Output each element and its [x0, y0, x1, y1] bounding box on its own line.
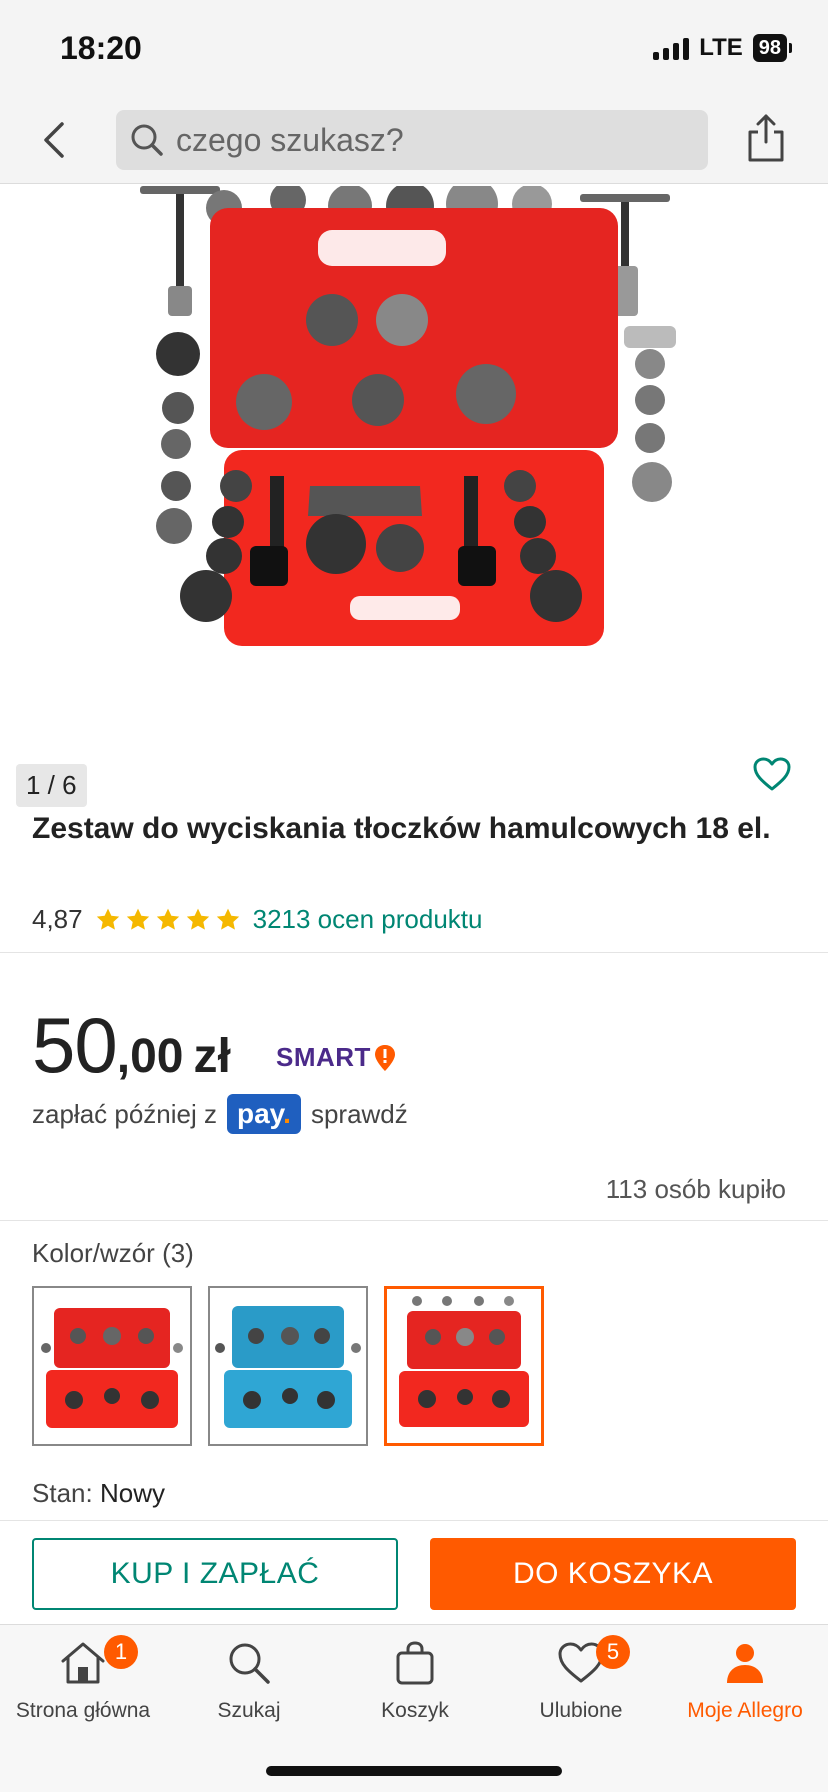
- smart-exclamation-icon: [374, 1044, 395, 1071]
- rating-row: 4,87 3213 ocen produktu: [32, 904, 482, 935]
- status-indicators: LTE 98: [653, 34, 792, 62]
- divider: [0, 952, 828, 953]
- reviews-link[interactable]: 3213 ocen produktu: [253, 904, 483, 935]
- search-icon: [229, 1643, 270, 1684]
- tab-favorites[interactable]: 5 Ulubione: [498, 1625, 664, 1725]
- tab-favorites-label: Ulubione: [539, 1699, 623, 1722]
- variant-thumb-red[interactable]: [32, 1286, 192, 1446]
- price-integer: 50: [32, 1001, 118, 1089]
- variant-label-text: Kolor/wzór: [32, 1238, 155, 1268]
- image-counter: 1 / 6: [16, 764, 87, 807]
- rating-value: 4,87: [32, 904, 83, 934]
- signal-icon: [653, 36, 690, 60]
- variant-thumb-red-selected[interactable]: [384, 1286, 544, 1446]
- bag-icon: [396, 1641, 434, 1685]
- tab-search[interactable]: Szukaj: [166, 1625, 332, 1725]
- product-photo: [140, 178, 676, 646]
- home-indicator: [266, 1766, 562, 1776]
- divider: [0, 1520, 828, 1521]
- notification-badge: 1: [104, 1635, 138, 1669]
- condition-label: Stan:: [32, 1478, 93, 1508]
- condition: Stan: Nowy: [32, 1478, 165, 1509]
- buy-now-button[interactable]: KUP I ZAPŁAĆ: [32, 1538, 398, 1610]
- search-input[interactable]: [176, 121, 676, 159]
- star-icon: [216, 908, 239, 930]
- battery-level: 98: [752, 34, 787, 62]
- paylater-text: zapłać później z: [32, 1098, 217, 1129]
- variant-thumb-blue[interactable]: [208, 1286, 368, 1446]
- star-icon: [126, 908, 149, 930]
- status-bar: 18:20 LTE 98: [0, 0, 828, 96]
- variant-count: (3): [162, 1238, 194, 1268]
- user-icon: [727, 1644, 763, 1683]
- smart-badge: SMART: [276, 1042, 397, 1073]
- battery-icon: 98: [752, 34, 792, 62]
- price: 50 ,00 zł: [32, 1000, 231, 1091]
- favorite-button[interactable]: [752, 756, 792, 792]
- price-currency: zł: [193, 1030, 231, 1083]
- tab-search-label: Szukaj: [217, 1699, 281, 1722]
- tab-cart[interactable]: Koszyk: [332, 1625, 498, 1725]
- paylater-check-link[interactable]: sprawdź: [311, 1099, 408, 1130]
- star-icon: [156, 908, 179, 930]
- price-decimal: ,00: [116, 1030, 184, 1083]
- smart-label: SMART: [276, 1042, 371, 1072]
- search-bar[interactable]: [116, 110, 708, 170]
- variant-label: Kolor/wzór (3): [32, 1238, 194, 1269]
- back-button[interactable]: [36, 118, 76, 162]
- status-time: 18:20: [60, 30, 142, 66]
- tab-home[interactable]: 1 Strona główna: [0, 1625, 166, 1725]
- tab-my-allegro-label: Moje Allegro: [687, 1699, 803, 1722]
- search-icon: [131, 124, 163, 156]
- condition-value: Nowy: [99, 1478, 165, 1508]
- star-icon: [186, 908, 209, 930]
- pay-label: pay: [237, 1098, 284, 1129]
- top-bar: [0, 96, 828, 184]
- tab-home-label: Strona główna: [15, 1699, 151, 1722]
- product-image[interactable]: [140, 178, 688, 726]
- tab-cart-label: Koszyk: [381, 1699, 449, 1722]
- rating-stars: [95, 907, 241, 933]
- heart-outline-icon: [753, 757, 791, 791]
- paylater-row: zapłać później z pay. sprawdź: [32, 1094, 408, 1134]
- add-to-cart-button[interactable]: DO KOSZYKA: [430, 1538, 796, 1610]
- product-title: Zestaw do wyciskania tłoczków hamulcowyc…: [32, 812, 771, 845]
- network-label: LTE: [699, 34, 743, 61]
- pay-badge: pay.: [227, 1094, 301, 1134]
- share-button[interactable]: [744, 112, 788, 164]
- star-icon: [96, 908, 119, 930]
- variant-image: [399, 1296, 529, 1427]
- share-icon: [748, 114, 784, 162]
- home-icon: [61, 1642, 105, 1684]
- variant-image: [215, 1306, 361, 1428]
- bought-count: 113 osób kupiło: [605, 1174, 786, 1204]
- notification-badge: 5: [596, 1635, 630, 1669]
- chevron-left-icon: [44, 122, 64, 158]
- tab-my-allegro[interactable]: Moje Allegro: [662, 1625, 828, 1725]
- divider: [0, 1220, 828, 1221]
- variant-image: [41, 1308, 183, 1428]
